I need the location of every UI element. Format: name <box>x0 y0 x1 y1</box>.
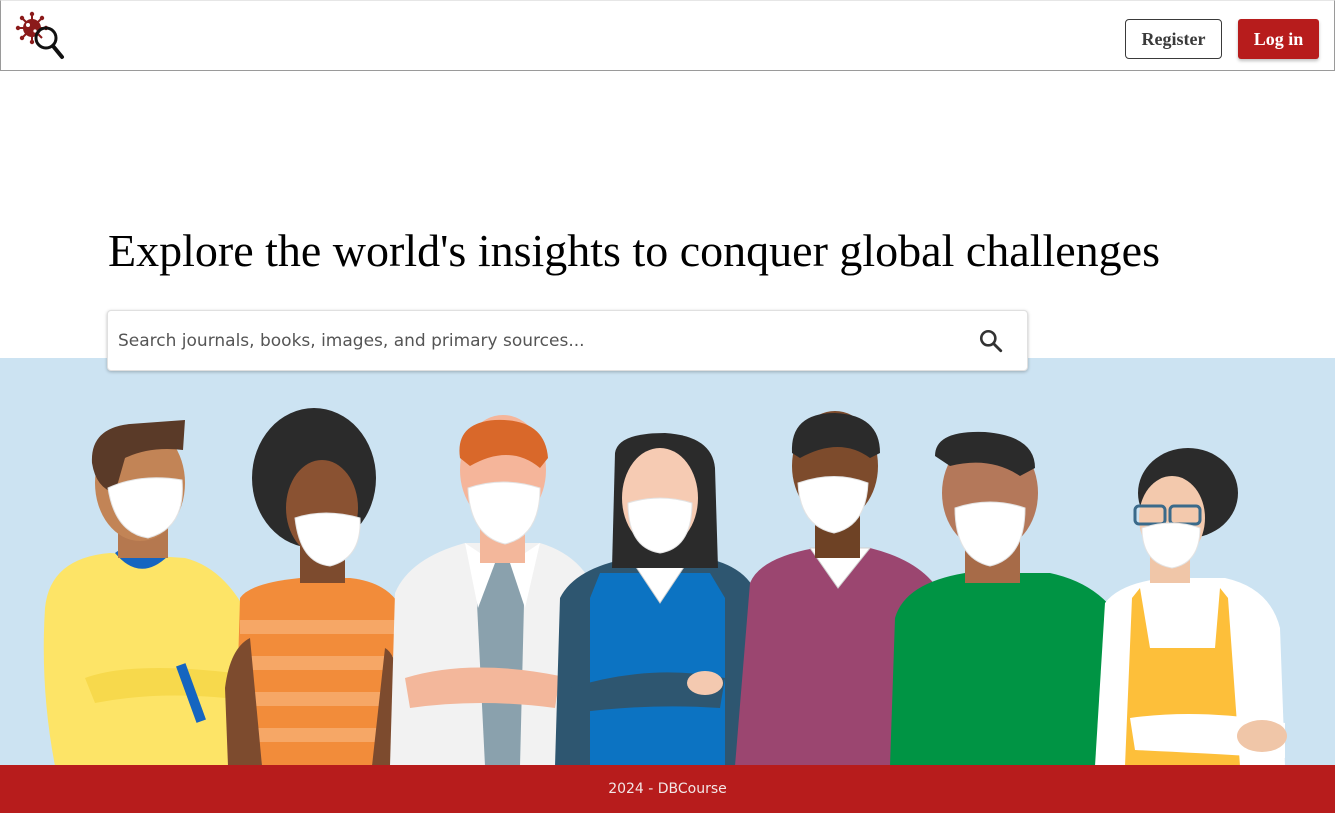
footer-copyright: 2024 - DBCourse <box>608 781 727 797</box>
person-yellow-apron <box>1095 448 1287 766</box>
masked-people-illustration <box>0 358 1335 766</box>
register-button[interactable]: Register <box>1125 19 1222 59</box>
page-title: Explore the world's insights to conquer … <box>108 225 1161 276</box>
search-icon[interactable] <box>978 328 1004 354</box>
person-blue-vest <box>555 433 760 766</box>
search-input[interactable] <box>118 321 968 361</box>
login-button[interactable]: Log in <box>1238 19 1319 59</box>
person-orange-stripes <box>225 408 405 766</box>
search-bar <box>107 310 1028 371</box>
logo-icon[interactable] <box>15 11 67 61</box>
top-header: Register Log in <box>0 0 1335 71</box>
footer: 2024 - DBCourse <box>0 765 1335 813</box>
